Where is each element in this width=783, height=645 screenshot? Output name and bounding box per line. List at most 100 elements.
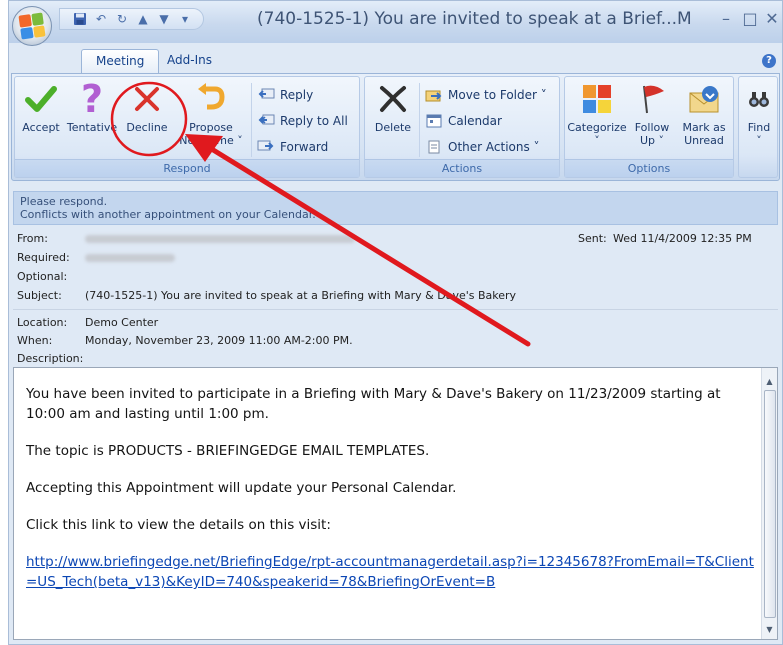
- subject-label: Subject:: [17, 289, 62, 302]
- sent-label: Sent:: [578, 232, 607, 245]
- other-actions-button[interactable]: Other Actions ˅: [425, 137, 540, 157]
- header-divider: [13, 309, 778, 310]
- subject-value: (740-1525-1) You are invited to speak at…: [85, 289, 517, 302]
- when-value: Monday, November 23, 2009 11:00 AM-2:00 …: [85, 334, 353, 347]
- propose-label-2: New Time ˅: [179, 134, 243, 147]
- categorize-label-1: Categorize: [567, 121, 627, 134]
- details-link[interactable]: http://www.briefingedge.net/BriefingEdge…: [26, 554, 754, 590]
- ribbon-tabs: Meeting Add-Ins ?: [9, 43, 782, 73]
- accept-label: Accept: [22, 121, 60, 134]
- find-group: Find ˅: [738, 76, 778, 178]
- move-folder-icon: [425, 87, 443, 103]
- actions-group: Delete Move to Folder ˅ Calendar Other A: [364, 76, 560, 178]
- reply-button[interactable]: Reply: [257, 85, 313, 105]
- categorize-label-2: ˅: [594, 134, 600, 147]
- scroll-up-icon[interactable]: ▲: [762, 374, 777, 389]
- save-icon[interactable]: [72, 11, 88, 27]
- redo-icon[interactable]: ↻: [114, 11, 130, 27]
- reply-icon: [257, 87, 275, 103]
- minimize-button[interactable]: –: [715, 9, 737, 29]
- follow-up-button[interactable]: Follow Up ˅: [629, 81, 675, 147]
- reply-to-all-button[interactable]: Reply to All: [257, 111, 348, 131]
- tab-add-ins[interactable]: Add-Ins: [153, 49, 226, 73]
- required-value-redacted: [85, 251, 175, 264]
- reply-all-icon: [257, 113, 275, 129]
- options-group-label: Options: [565, 159, 733, 177]
- move-to-folder-button[interactable]: Move to Folder ˅: [425, 85, 547, 105]
- reply-label: Reply: [280, 88, 314, 102]
- move-to-folder-label: Move to Folder ˅: [448, 88, 547, 102]
- actions-group-label: Actions: [365, 159, 559, 177]
- find-arrow: ˅: [756, 134, 762, 147]
- other-actions-icon: [425, 139, 443, 155]
- mark-as-unread-button[interactable]: Mark as Unread: [677, 81, 731, 147]
- window-title: (740-1525-1) You are invited to speak at…: [257, 9, 692, 29]
- delete-button[interactable]: Delete: [371, 81, 415, 134]
- accept-button[interactable]: Accept: [19, 81, 63, 134]
- sent-value: Wed 11/4/2009 12:35 PM: [613, 232, 752, 245]
- decline-button[interactable]: Decline: [121, 81, 173, 134]
- calendar-button[interactable]: Calendar: [425, 111, 502, 131]
- message-body[interactable]: You have been invited to participate in …: [13, 367, 778, 640]
- vertical-scrollbar[interactable]: ▲ ▼: [761, 368, 777, 639]
- propose-arrow-icon: [193, 81, 229, 117]
- body-paragraph-invitation: You have been invited to participate in …: [26, 386, 721, 422]
- categorize-icon: [579, 81, 615, 117]
- decline-x-icon: [129, 81, 165, 117]
- mark-as-label-1: Mark as: [682, 121, 726, 134]
- respond-group-label: Respond: [15, 159, 359, 177]
- body-paragraph-topic: The topic is PRODUCTS - BRIEFINGEDGE EMA…: [26, 443, 430, 459]
- required-label: Required:: [17, 251, 70, 264]
- from-value-redacted: [85, 232, 355, 245]
- find-button[interactable]: Find ˅: [741, 81, 777, 147]
- info-bar-please-respond: Please respond.: [20, 195, 108, 208]
- info-bar-conflict: Conflicts with another appointment on yo…: [20, 208, 316, 221]
- follow-up-label-2: Up ˅: [639, 134, 665, 147]
- propose-label-1: Propose: [189, 121, 233, 134]
- binoculars-icon: [741, 81, 777, 117]
- reply-to-all-label: Reply to All: [280, 114, 348, 128]
- respond-group: Accept ? Tentative Decline Propose New T: [14, 76, 360, 178]
- tentative-button[interactable]: ? Tentative: [65, 77, 119, 134]
- calendar-icon: [425, 113, 443, 129]
- maximize-button[interactable]: □: [739, 9, 761, 29]
- actions-separator: [419, 83, 420, 157]
- message-body-text: You have been invited to participate in …: [26, 384, 754, 609]
- ribbon: Accept ? Tentative Decline Propose New T: [11, 73, 780, 181]
- tab-meeting[interactable]: Meeting: [81, 49, 160, 73]
- forward-label: Forward: [280, 140, 329, 154]
- calendar-label: Calendar: [448, 114, 502, 128]
- undo-icon[interactable]: ↶: [93, 11, 109, 27]
- scroll-down-icon[interactable]: ▼: [762, 622, 777, 637]
- delete-x-icon: [375, 81, 411, 117]
- scroll-thumb[interactable]: [764, 390, 776, 618]
- options-group: Categorize ˅ Follow Up ˅ Mark as Unread …: [564, 76, 734, 178]
- when-label: When:: [17, 334, 53, 347]
- help-icon[interactable]: ?: [762, 54, 776, 68]
- delete-label: Delete: [374, 121, 412, 134]
- up-arrow-icon[interactable]: ▲: [135, 11, 151, 27]
- title-bar: ↶ ↻ ▲ ▼ ▾ (740-1525-1) You are invited t…: [9, 1, 782, 43]
- office-logo-icon: [18, 12, 46, 40]
- checkmark-icon: [23, 81, 59, 117]
- categorize-button[interactable]: Categorize ˅: [567, 81, 627, 147]
- body-paragraph-link-intro: Click this link to view the details on t…: [26, 517, 331, 533]
- location-label: Location:: [17, 316, 68, 329]
- outlook-meeting-window: ↶ ↻ ▲ ▼ ▾ (740-1525-1) You are invited t…: [8, 0, 783, 645]
- find-label: Find: [747, 121, 771, 134]
- follow-up-label-1: Follow: [634, 121, 670, 134]
- question-mark-icon: ?: [80, 77, 104, 121]
- close-button[interactable]: ✕: [761, 9, 783, 29]
- forward-icon: [257, 139, 275, 155]
- optional-label: Optional:: [17, 270, 68, 283]
- qat-customize-icon[interactable]: ▾: [177, 11, 193, 27]
- propose-new-time-button[interactable]: Propose New Time ˅: [179, 81, 243, 147]
- red-flag-icon: [634, 81, 670, 117]
- other-actions-label: Other Actions ˅: [448, 140, 540, 154]
- decline-label: Decline: [126, 121, 168, 134]
- description-label: Description:: [17, 352, 84, 365]
- office-button[interactable]: [12, 6, 52, 46]
- from-label: From:: [17, 232, 48, 245]
- forward-button[interactable]: Forward: [257, 137, 328, 157]
- down-arrow-icon[interactable]: ▼: [156, 11, 172, 27]
